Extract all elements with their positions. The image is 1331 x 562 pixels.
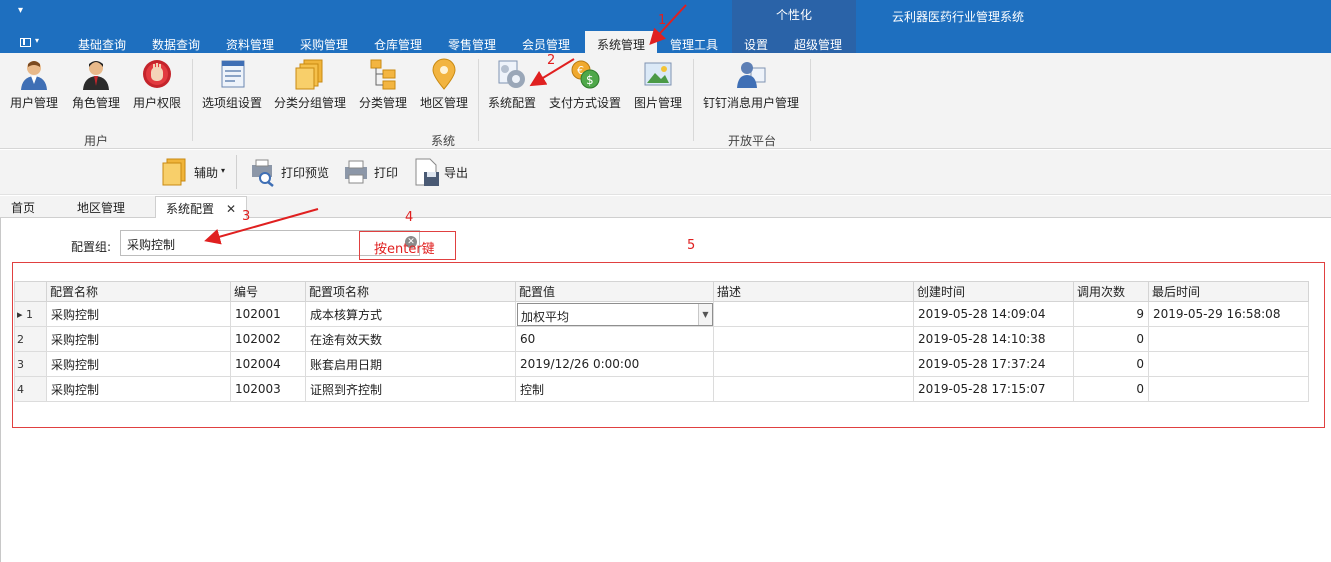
option-group-icon (216, 58, 248, 90)
chevron-down-icon: ▾ (35, 36, 40, 45)
group-label-user: 用户 (83, 134, 108, 148)
action-toolbar: 辅助 ▾ 打印预览 打印 导出 (0, 150, 1331, 195)
doc-tab-region[interactable]: 地区管理 (77, 199, 125, 216)
group-label-open-platform: 开放平台 (727, 134, 776, 148)
tab-warehouse[interactable]: 仓库管理 (374, 36, 422, 53)
export-save-icon (413, 157, 441, 187)
tab-basic-query[interactable]: 基础查询 (78, 36, 126, 53)
annotation-enter-hint: 按enter键 (374, 242, 435, 257)
user-management-button[interactable]: 用户管理 (10, 58, 58, 111)
picture-icon (642, 58, 674, 90)
doc-tab-home[interactable]: 首页 (11, 199, 35, 216)
toolbar-divider (236, 155, 237, 189)
tab-tools[interactable]: 管理工具 (670, 36, 718, 53)
role-management-button[interactable]: 角色管理 (72, 58, 120, 111)
tab-system-management[interactable]: 系统管理 (585, 31, 658, 53)
category-management-button[interactable]: 分类管理 (359, 58, 407, 111)
location-pin-icon (428, 58, 460, 90)
dingtalk-user-management-button[interactable]: 钉钉消息用户管理 (703, 58, 799, 111)
print-preview-icon (248, 157, 276, 187)
tab-retail[interactable]: 零售管理 (448, 36, 496, 53)
user-icon (18, 58, 50, 90)
svg-text:$: $ (586, 73, 594, 87)
role-icon (80, 58, 112, 90)
category-tree-icon (367, 58, 399, 90)
annotation-number: 3 (242, 209, 251, 224)
annotation-box-grid (12, 262, 1325, 428)
document-tab-strip: 首页 地区管理 系统配置 ✕ (0, 196, 1331, 219)
group-divider (693, 59, 694, 141)
payment-coins-icon: € $ (569, 58, 601, 90)
annotation-number: 1 (658, 13, 667, 28)
config-group-label: 配置组: (71, 240, 112, 254)
payment-method-settings-button[interactable]: € $ 支付方式设置 (549, 58, 621, 111)
chevron-down-icon: ▾ (221, 166, 226, 175)
app-menu-icon (20, 38, 31, 47)
region-management-button[interactable]: 地区管理 (420, 58, 468, 111)
tab-member[interactable]: 会员管理 (522, 36, 570, 53)
dingtalk-user-icon (735, 58, 767, 90)
ribbon-panel: 用户管理 角色管理 用户权限 用户 选项组设置 分类分组管理 分类管理 地区管理… (0, 53, 1331, 149)
app-title: 云利器医药行业管理系统 (892, 10, 1025, 24)
category-group-management-button[interactable]: 分类分组管理 (274, 58, 346, 111)
annotation-number: 5 (687, 238, 696, 253)
doc-tab-system-config[interactable]: 系统配置 ✕ (155, 196, 248, 219)
tab-purchase[interactable]: 采购管理 (300, 36, 348, 53)
tab-super-admin[interactable]: 超级管理 (794, 36, 842, 53)
group-divider (478, 59, 479, 141)
picture-management-button[interactable]: 图片管理 (634, 58, 682, 111)
annotation-number: 2 (547, 53, 556, 68)
tab-data-management[interactable]: 资料管理 (226, 36, 274, 53)
context-group-title: 个性化 (775, 8, 812, 22)
user-permission-button[interactable]: 用户权限 (133, 58, 181, 111)
system-config-button[interactable]: 系统配置 (488, 58, 536, 111)
doc-tab-label: 系统配置 (166, 202, 215, 216)
group-divider (810, 59, 811, 141)
assist-icon (160, 157, 188, 187)
tab-settings[interactable]: 设置 (744, 36, 768, 53)
printer-icon (342, 157, 370, 187)
option-group-settings-button[interactable]: 选项组设置 (202, 58, 262, 111)
group-divider (192, 59, 193, 141)
tab-data-query[interactable]: 数据查询 (152, 36, 200, 53)
permission-icon (141, 58, 173, 90)
app-menu-button[interactable]: ▾ (18, 36, 44, 50)
quick-access-dropdown-icon[interactable]: ▾ (18, 5, 23, 16)
system-config-icon (496, 58, 528, 90)
category-group-icon (294, 58, 326, 90)
group-label-system: 系统 (430, 134, 455, 148)
annotation-number: 4 (405, 210, 414, 225)
close-icon[interactable]: ✕ (226, 202, 236, 216)
